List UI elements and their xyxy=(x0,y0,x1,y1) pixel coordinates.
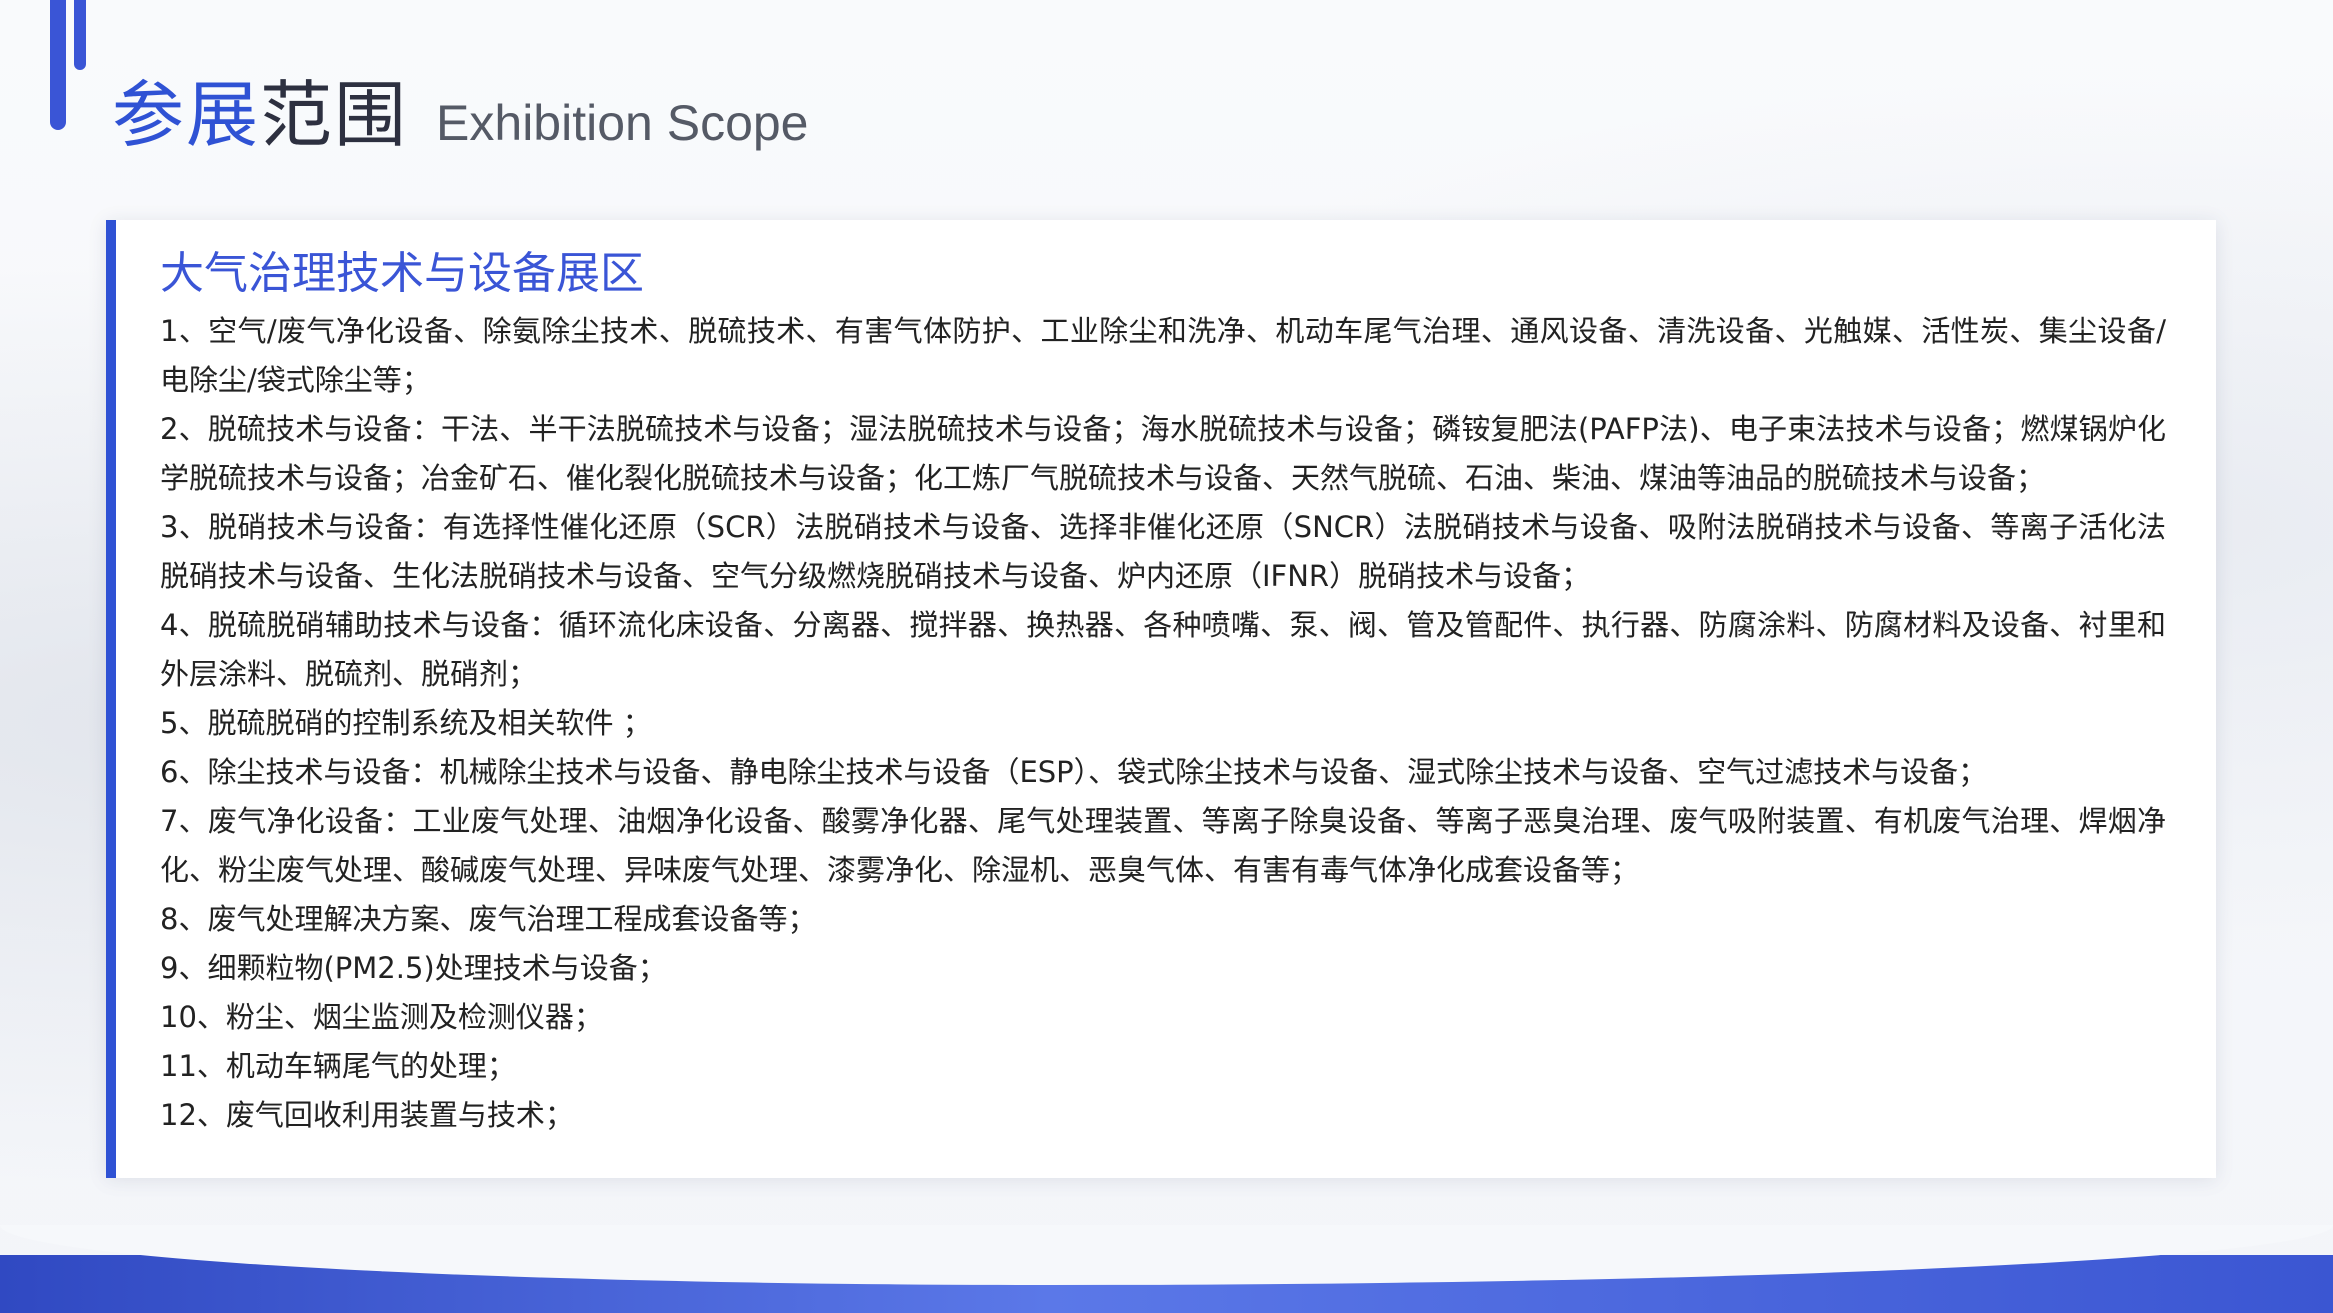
page-title: 参展范围 Exhibition Scope xyxy=(112,56,809,161)
list-item: 7、废气净化设备：工业废气处理、油烟净化设备、酸雾净化器、尾气处理装置、等离子除… xyxy=(160,803,2166,887)
list-item: 11、机动车辆尾气的处理； xyxy=(160,1048,516,1083)
list-item: 6、除尘技术与设备：机械除尘技术与设备、静电除尘技术与设备（ESP）、袋式除尘技… xyxy=(160,754,1988,789)
list-item: 5、脱硫脱硝的控制系统及相关软件 ； xyxy=(160,705,652,740)
list-item: 8、废气处理解决方案、废气治理工程成套设备等； xyxy=(160,901,817,936)
page-title-cn: 参展范围 xyxy=(112,56,408,161)
card-accent-bar xyxy=(106,220,116,1178)
scope-list: 1、空气/废气净化设备、除氨除尘技术、脱硫技术、有害气体防护、工业除尘和洗净、机… xyxy=(160,307,2166,1140)
list-item: 12、废气回收利用装置与技术； xyxy=(160,1097,574,1132)
title-accent-bar-thin xyxy=(74,0,86,70)
list-item: 4、脱硫脱硝辅助技术与设备：循环流化床设备、分离器、搅拌器、换热器、各种喷嘴、泵… xyxy=(160,607,2166,691)
list-item: 10、粉尘、烟尘监测及检测仪器； xyxy=(160,999,603,1034)
content-card: 大气治理技术与设备展区 1、空气/废气净化设备、除氨除尘技术、脱硫技术、有害气体… xyxy=(106,220,2216,1178)
list-item: 2、脱硫技术与设备：干法、半干法脱硫技术与设备；湿法脱硫技术与设备；海水脱硫技术… xyxy=(160,411,2166,495)
list-item: 3、脱硝技术与设备：有选择性催化还原（SCR）法脱硝技术与设备、选择非催化还原（… xyxy=(160,509,2166,593)
list-item: 9、细颗粒物(PM2.5)处理技术与设备； xyxy=(160,950,667,985)
page-title-en: Exhibition Scope xyxy=(436,95,809,151)
list-item: 1、空气/废气净化设备、除氨除尘技术、脱硫技术、有害气体防护、工业除尘和洗净、机… xyxy=(160,313,2166,397)
page-title-cn-part2: 范围 xyxy=(260,73,409,157)
title-accent-bar xyxy=(50,0,66,130)
page-title-cn-part1: 参展 xyxy=(112,73,261,157)
section-title: 大气治理技术与设备展区 xyxy=(160,248,644,299)
